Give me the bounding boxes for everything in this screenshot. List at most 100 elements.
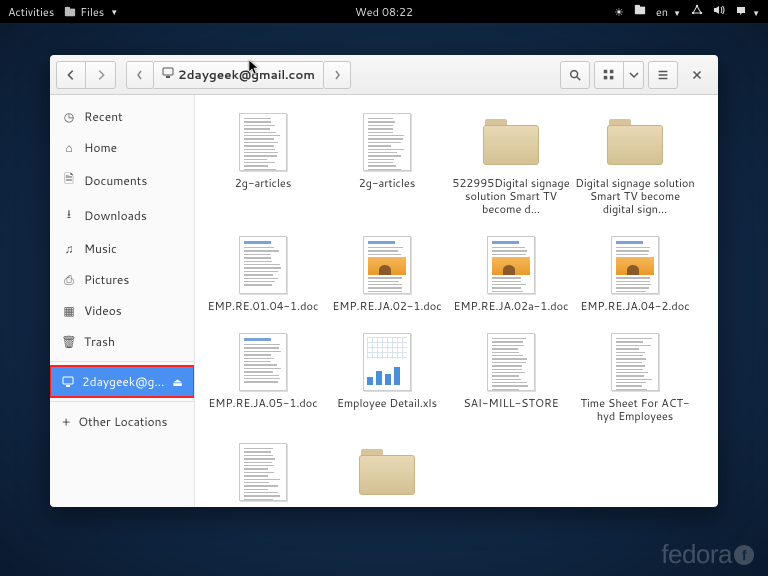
files-window: 2daygeek@gmail.com [50, 55, 718, 507]
file-label: SAI-MILL-STORE [463, 397, 558, 410]
file-item[interactable]: Digital signage solution Smart TV become… [575, 111, 695, 216]
path-label: 2daygeek@gmail.com [178, 66, 315, 83]
network-icon[interactable] [691, 4, 703, 20]
videos-icon: ▦ [62, 302, 76, 319]
computer-icon [62, 376, 74, 388]
tray-files-icon[interactable] [634, 4, 646, 20]
chevron-down-icon: ▼ [110, 6, 118, 18]
sidebar-separator [50, 361, 194, 362]
file-grid[interactable]: 2g-articles2g-articles522995Digital sign… [195, 95, 718, 507]
document-icon: 🗎 [62, 170, 76, 191]
path-segment-current[interactable]: 2daygeek@gmail.com [154, 61, 323, 89]
file-label: 2g-articles [235, 177, 292, 190]
eject-icon[interactable]: ⏏ [172, 374, 182, 390]
file-thumb [607, 331, 663, 393]
activities-button[interactable]: Activities [8, 4, 54, 20]
sidebar-item-label: Documents [84, 172, 147, 189]
sidebar-item-trash[interactable]: 🗑 Trash [50, 326, 194, 357]
file-thumb [235, 111, 291, 173]
distro-watermark: fedora f [661, 539, 754, 570]
file-item[interactable]: 2g-articles [327, 111, 447, 216]
notifications-icon[interactable]: ▼ [735, 4, 760, 20]
plus-icon: + [62, 413, 70, 430]
clock[interactable]: Wed 08:22 [355, 4, 413, 20]
file-item[interactable]: SAI-MILL-STORE [451, 331, 571, 423]
file-item[interactable]: 2g-articles [203, 111, 323, 216]
file-item[interactable]: EMP.RE.JA.02-1.doc [327, 234, 447, 313]
sidebar-item-label: Videos [84, 302, 122, 319]
file-item[interactable]: EMP.RE.JA.04-2.doc [575, 234, 695, 313]
file-thumb [359, 331, 415, 393]
computer-icon [162, 67, 174, 83]
file-thumb [235, 331, 291, 393]
sidebar-item-label: Downloads [84, 207, 147, 224]
file-thumb [359, 111, 415, 173]
path-next[interactable] [323, 61, 351, 89]
file-label: Time Sheet For ACT-hyd Employees [575, 397, 695, 423]
file-thumb [235, 441, 291, 503]
sidebar-item-label: Home [84, 139, 117, 156]
file-thumb [483, 234, 539, 296]
file-thumb [359, 441, 415, 503]
file-label: EMP.RE.01.04-1.doc [208, 300, 319, 313]
sidebar-item-label: 2daygeek@g… [82, 373, 164, 390]
file-item[interactable] [327, 441, 447, 507]
file-thumb [483, 331, 539, 393]
volume-icon[interactable] [713, 4, 725, 20]
app-menu[interactable]: Files ▼ [64, 4, 118, 20]
sidebar-item-home[interactable]: ⌂ Home [50, 132, 194, 163]
sidebar-item-other-locations[interactable]: + Other Locations [50, 406, 194, 437]
sidebar-item-music[interactable]: ♫ Music [50, 233, 194, 264]
download-icon: ⭳ [62, 205, 76, 226]
brightness-icon[interactable]: ☀ [614, 4, 624, 20]
forward-button[interactable] [86, 61, 116, 89]
sidebar-item-pictures[interactable]: ⎙ Pictures [50, 264, 194, 295]
file-label: EMP.RE.JA.02-1.doc [332, 300, 441, 313]
close-button[interactable] [682, 61, 712, 89]
sidebar-item-mount[interactable]: 2daygeek@g… ⏏ [50, 366, 194, 397]
file-label: EMP.RE.JA.05-1.doc [208, 397, 317, 410]
file-label: EMP.RE.JA.02a-1.doc [453, 300, 568, 313]
view-options-button[interactable] [624, 61, 644, 89]
sidebar-item-videos[interactable]: ▦ Videos [50, 295, 194, 326]
file-label: Employee Detail.xls [337, 397, 437, 410]
file-item[interactable] [203, 441, 323, 507]
file-item[interactable]: Time Sheet For ACT-hyd Employees [575, 331, 695, 423]
file-label: 522995Digital signage solution Smart TV … [451, 177, 571, 216]
file-item[interactable]: EMP.RE.JA.05-1.doc [203, 331, 323, 423]
file-thumb [359, 234, 415, 296]
path-prev[interactable] [126, 61, 154, 89]
file-thumb [607, 111, 663, 173]
view-grid-button[interactable] [594, 61, 624, 89]
music-icon: ♫ [62, 240, 76, 257]
places-sidebar: ◷ Recent ⌂ Home 🗎 Documents ⭳ Downloads … [50, 95, 195, 507]
file-label: Digital signage solution Smart TV become… [575, 177, 695, 216]
file-thumb [235, 234, 291, 296]
sidebar-item-label: Music [84, 240, 117, 257]
hamburger-menu-button[interactable] [648, 61, 678, 89]
sidebar-item-documents[interactable]: 🗎 Documents [50, 163, 194, 198]
sidebar-item-label: Trash [84, 333, 115, 350]
sidebar-item-downloads[interactable]: ⭳ Downloads [50, 198, 194, 233]
sidebar-item-label: Pictures [84, 271, 129, 288]
file-item[interactable]: EMP.RE.JA.02a-1.doc [451, 234, 571, 313]
file-thumb [607, 234, 663, 296]
sidebar-item-recent[interactable]: ◷ Recent [50, 101, 194, 132]
path-bar: 2daygeek@gmail.com [126, 61, 351, 89]
back-button[interactable] [56, 61, 86, 89]
file-item[interactable]: 522995Digital signage solution Smart TV … [451, 111, 571, 216]
search-button[interactable] [560, 61, 590, 89]
sidebar-item-label: Other Locations [78, 413, 167, 430]
app-menu-label: Files [80, 4, 104, 20]
files-app-icon [64, 6, 76, 18]
trash-icon: 🗑 [62, 333, 76, 350]
pictures-icon: ⎙ [62, 271, 76, 288]
file-item[interactable]: Employee Detail.xls [327, 331, 447, 423]
file-thumb [483, 111, 539, 173]
input-source[interactable]: en ▼ [656, 4, 681, 20]
fedora-logo-icon: f [734, 545, 754, 565]
gnome-topbar: Activities Files ▼ Wed 08:22 ☀ en ▼ ▼ [0, 0, 768, 23]
file-label: EMP.RE.JA.04-2.doc [580, 300, 689, 313]
headerbar: 2daygeek@gmail.com [50, 55, 718, 95]
file-item[interactable]: EMP.RE.01.04-1.doc [203, 234, 323, 313]
